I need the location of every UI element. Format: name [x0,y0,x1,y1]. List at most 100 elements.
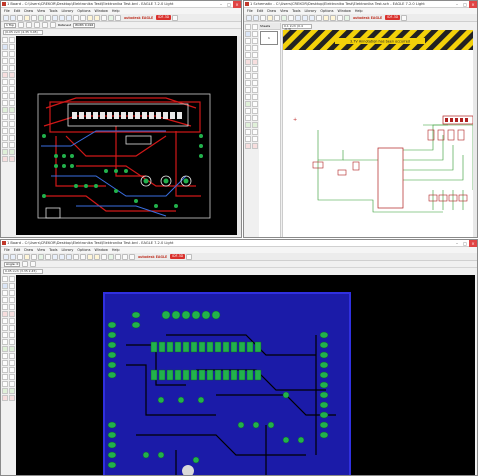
zoom-in-icon[interactable] [302,14,308,21]
mark-icon[interactable] [9,283,15,289]
menu-window[interactable]: Window [94,248,107,252]
ripup-icon[interactable] [2,114,8,120]
signal-icon[interactable] [2,381,8,387]
menu-draw[interactable]: Draw [24,9,33,13]
ratsnest-icon[interactable] [2,149,8,155]
maximize-button[interactable]: □ [225,1,233,8]
paste-icon[interactable] [245,59,251,65]
name-icon[interactable] [9,325,15,331]
copy-icon[interactable] [252,38,258,44]
display-icon[interactable] [2,283,8,289]
switch-board-icon[interactable] [274,14,280,21]
idf-badge[interactable]: IDF-3D [156,15,172,20]
go-icon[interactable] [108,14,114,21]
board-scrollbar[interactable] [237,36,241,235]
redo-icon[interactable] [94,14,100,21]
bus-icon[interactable] [245,122,251,128]
menu-view[interactable]: View [37,248,45,252]
mirror-icon[interactable] [245,45,251,51]
name-icon[interactable] [9,86,15,92]
rotate-icon[interactable] [252,45,258,51]
rotate-icon[interactable] [9,297,15,303]
move-icon[interactable] [245,38,251,44]
print-icon[interactable] [260,14,266,21]
rect-icon[interactable] [245,115,251,121]
miter-icon[interactable] [2,100,8,106]
board-canvas-bottom[interactable] [16,275,475,475]
go-icon[interactable] [108,253,114,260]
save-icon[interactable] [10,14,16,21]
wire-icon[interactable] [245,101,251,107]
erc-icon[interactable] [245,143,251,149]
zoom-in-icon[interactable] [59,253,65,260]
add-icon[interactable] [2,318,8,324]
split-icon[interactable] [9,100,15,106]
errors-icon[interactable] [9,156,15,162]
optimize-icon[interactable] [2,346,8,352]
copy-icon[interactable] [9,51,15,57]
circle-icon[interactable] [245,108,251,114]
split-icon[interactable] [245,94,251,100]
move-icon[interactable] [2,51,8,57]
menu-window[interactable]: Window [337,9,350,13]
command-icon[interactable] [115,253,121,260]
menu-view[interactable]: View [280,9,288,13]
stop-icon[interactable] [337,14,343,21]
info-icon[interactable] [245,24,251,30]
change-icon[interactable] [9,304,15,310]
schematic-titlebar[interactable]: 1 Schematic - C:\Users\CREKOR\Desktop\El… [244,1,477,8]
polygon-icon[interactable] [252,115,258,121]
group-icon[interactable] [245,52,251,58]
replace-icon[interactable] [9,318,15,324]
smash-icon[interactable] [9,93,15,99]
menu-view[interactable]: View [37,9,45,13]
redraw-icon[interactable] [73,253,79,260]
zoom-in-icon[interactable] [59,14,65,21]
menu-library[interactable]: Library [305,9,317,13]
save-icon[interactable] [10,253,16,260]
route-icon[interactable] [9,346,15,352]
value-icon[interactable] [2,332,8,338]
idf-badge[interactable]: IDF-3D [385,15,401,20]
show-icon[interactable] [9,37,15,43]
help-icon[interactable] [186,253,193,260]
add-icon[interactable] [245,66,251,72]
junction-icon[interactable] [245,129,251,135]
ratsnest-icon[interactable] [2,388,8,394]
redraw-icon[interactable] [316,14,322,21]
open-icon[interactable] [3,253,9,260]
zoom-fit-icon[interactable] [52,14,58,21]
menu-options[interactable]: Options [77,248,90,252]
copy-icon[interactable] [9,290,15,296]
redo-icon[interactable] [330,14,336,21]
paste-icon[interactable] [2,72,8,78]
display-icon[interactable] [2,44,8,50]
optimize-icon[interactable] [2,107,8,113]
go-icon[interactable] [344,14,350,21]
circle-icon[interactable] [9,360,15,366]
lock-icon[interactable] [2,325,8,331]
lock-icon[interactable] [2,86,8,92]
show-icon[interactable] [252,24,258,30]
text-icon[interactable] [2,360,8,366]
dimension-icon[interactable] [252,136,258,142]
width-select[interactable]: Width 0.016 [73,22,96,28]
autorouter-icon[interactable] [9,149,15,155]
stop-icon[interactable] [101,253,107,260]
minimize-button[interactable]: – [453,1,461,8]
zoom-fit-icon[interactable] [295,14,301,21]
menu-edit[interactable]: Edit [257,9,264,13]
value-icon[interactable] [2,93,8,99]
redraw-icon[interactable] [73,14,79,21]
menu-tools[interactable]: Tools [49,9,57,13]
minimize-button[interactable]: – [453,240,461,247]
maximize-button[interactable]: □ [461,240,469,247]
smash-icon[interactable] [245,87,251,93]
cam-icon[interactable] [267,14,273,21]
paste-icon[interactable] [2,311,8,317]
undo-icon[interactable] [87,253,93,260]
wire-bend-icon[interactable] [17,22,24,28]
wire-bend-icon-2[interactable] [25,22,32,28]
via-icon[interactable] [9,135,15,141]
delete-icon[interactable] [252,59,258,65]
